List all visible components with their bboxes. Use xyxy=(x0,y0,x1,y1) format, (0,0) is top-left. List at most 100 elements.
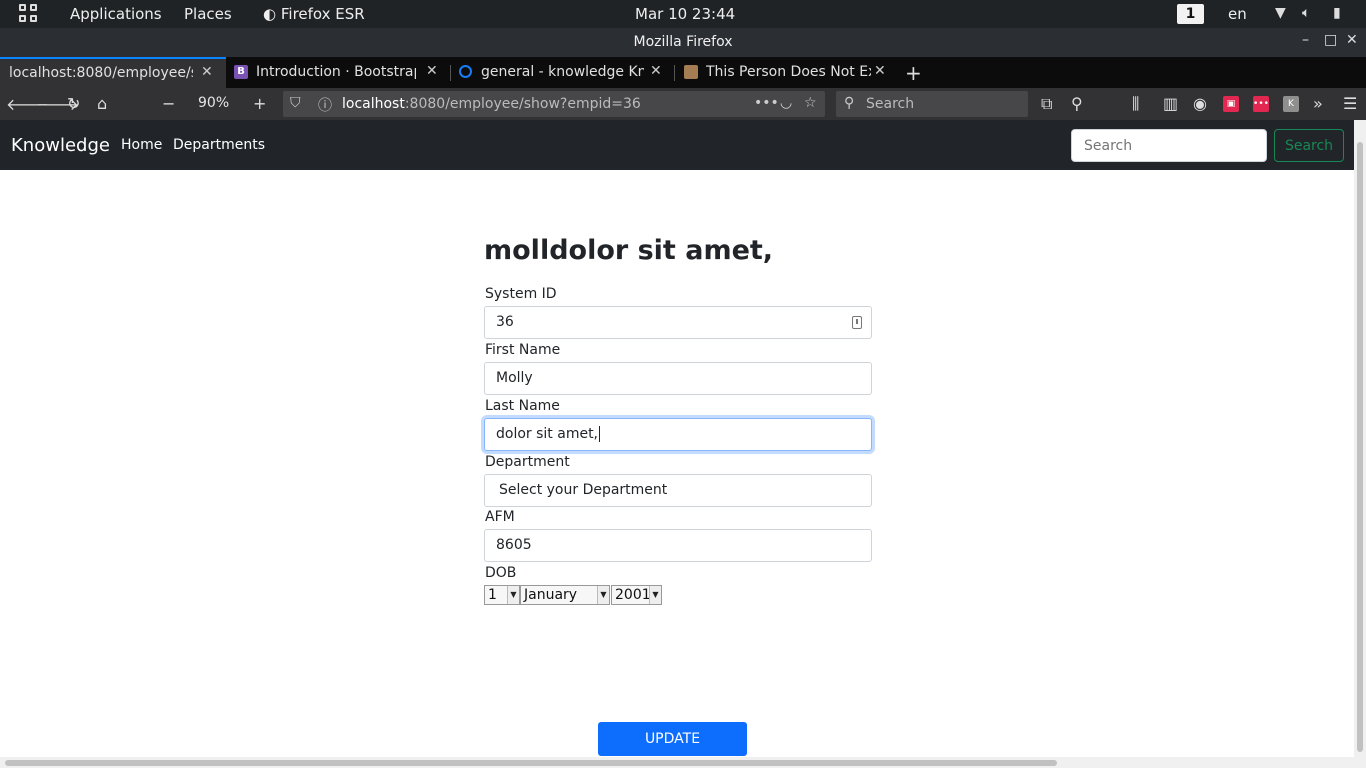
system-id-field[interactable]: 36 xyxy=(484,306,872,339)
vertical-scrollbar[interactable] xyxy=(1354,120,1366,768)
department-selected-value: Select your Department xyxy=(499,482,668,498)
tab-strip: localhost:8080/employee/show?empid=36 ✕ … xyxy=(0,57,1366,88)
department-label: Department xyxy=(485,454,570,470)
first-name-value: Molly xyxy=(496,370,533,386)
system-id-value: 36 xyxy=(496,314,514,330)
tab-bootstrap[interactable]: B Introduction · Bootstrap v5.0 ✕ xyxy=(227,57,447,88)
window-title-bar: Mozilla Firefox – □ ✕ xyxy=(0,28,1366,57)
reload-icon[interactable]: ↻ xyxy=(67,94,80,113)
search-icon: ⚲ xyxy=(844,95,855,111)
tab-label: general - knowledge Knowledge xyxy=(481,64,644,80)
dob-day-select[interactable]: 1 ▼ xyxy=(484,585,520,605)
dropdown-arrow-icon: ▼ xyxy=(649,586,661,604)
battery-icon[interactable]: ▮ xyxy=(1333,5,1341,21)
url-host: localhost xyxy=(342,96,405,112)
first-name-field[interactable]: Molly xyxy=(484,362,872,395)
overflow-chevrons-icon[interactable]: » xyxy=(1313,94,1323,113)
workspace-indicator[interactable]: 1 xyxy=(1177,4,1204,24)
dropdown-arrow-icon: ▼ xyxy=(597,586,609,604)
applications-menu[interactable]: Applications xyxy=(70,5,162,23)
places-menu[interactable]: Places xyxy=(184,5,232,23)
tracking-shield-icon[interactable]: ⛉ xyxy=(290,95,301,111)
zoom-level[interactable]: 90% xyxy=(198,95,229,111)
zoom-in-icon[interactable]: + xyxy=(253,94,266,113)
afm-field[interactable]: 8605 xyxy=(484,529,872,562)
site-search-input[interactable] xyxy=(1071,129,1267,162)
close-tab-icon[interactable]: ✕ xyxy=(426,63,438,79)
close-tab-icon[interactable]: ✕ xyxy=(874,63,886,79)
window-title: Mozilla Firefox xyxy=(633,34,733,50)
site-navbar: Knowledge Home Departments Search xyxy=(0,120,1354,170)
minimize-icon[interactable]: – xyxy=(1302,32,1309,48)
tab-knowledge[interactable]: general - knowledge Knowledge ✕ xyxy=(451,57,673,88)
active-app-menu[interactable]: ◐ Firefox ESR xyxy=(263,5,365,23)
page-actions-icon[interactable]: ••• xyxy=(754,95,779,111)
bootstrap-favicon-icon: B xyxy=(234,65,248,79)
home-icon[interactable]: ⌂ xyxy=(97,94,107,113)
extension-generic-icon[interactable]: K xyxy=(1283,96,1299,112)
active-app-label: Firefox ESR xyxy=(280,5,365,23)
extension-lastpass-icon[interactable]: ••• xyxy=(1253,96,1269,112)
readonly-indicator-icon xyxy=(852,316,862,329)
sidebar-icon[interactable]: ▥ xyxy=(1163,94,1178,113)
brand-link[interactable]: Knowledge xyxy=(11,135,110,156)
web-search-box[interactable]: ⚲ Search xyxy=(836,91,1028,117)
dob-year-select[interactable]: 2001 ▼ xyxy=(611,585,662,605)
system-id-label: System ID xyxy=(485,286,557,302)
close-tab-icon[interactable]: ✕ xyxy=(650,63,662,79)
system-top-bar: Applications Places ◐ Firefox ESR Mar 10… xyxy=(0,0,1366,28)
firefox-icon: ◐ xyxy=(263,5,277,23)
url-path: :8080/employee/show?empid=36 xyxy=(404,96,641,112)
text-caret xyxy=(599,426,601,442)
last-name-value: dolor sit amet, xyxy=(496,426,599,442)
dob-day-value: 1 xyxy=(488,587,497,603)
loading-favicon-icon xyxy=(459,65,472,78)
update-button[interactable]: UPDATE xyxy=(598,722,747,756)
language-indicator[interactable]: en xyxy=(1228,5,1247,23)
horizontal-scrollbar[interactable] xyxy=(0,757,1354,768)
last-name-field[interactable]: dolor sit amet, xyxy=(484,418,872,451)
find-icon[interactable]: ⚲ xyxy=(1071,94,1083,113)
department-select[interactable]: Select your Department xyxy=(484,474,872,507)
navigation-toolbar: 🡐 🡒 ↻ ⌂ − 90% + ⛉ ⓘ localhost:8080/emplo… xyxy=(0,88,1366,120)
nav-link-departments[interactable]: Departments xyxy=(173,137,265,153)
extension-lock-icon[interactable]: ▣ xyxy=(1223,96,1239,112)
tab-employee-show[interactable]: localhost:8080/employee/show?empid=36 ✕ xyxy=(0,57,226,88)
new-tab-plus-icon[interactable]: + xyxy=(905,61,922,85)
zoom-out-icon[interactable]: − xyxy=(162,94,175,113)
screenshot-icon[interactable]: ⧉ xyxy=(1041,94,1052,114)
url-bar[interactable]: ⛉ ⓘ localhost:8080/employee/show?empid=3… xyxy=(283,91,825,117)
site-search-button[interactable]: Search xyxy=(1274,129,1344,162)
close-tab-icon[interactable]: ✕ xyxy=(201,64,213,80)
afm-label: AFM xyxy=(485,509,515,525)
web-search-placeholder: Search xyxy=(866,96,915,112)
clock[interactable]: Mar 10 23:44 xyxy=(635,5,735,23)
pocket-icon[interactable]: ◡ xyxy=(780,95,792,111)
bookmark-star-icon[interactable]: ☆ xyxy=(804,95,817,111)
tab-person-not-exist[interactable]: This Person Does Not Exist ✕ xyxy=(675,57,897,88)
tab-label: Introduction · Bootstrap v5.0 xyxy=(256,64,416,80)
dob-month-value: January xyxy=(524,587,578,603)
dropdown-arrow-icon: ▼ xyxy=(507,586,519,604)
volume-icon[interactable]: 🔈︎ xyxy=(1302,5,1310,21)
dob-year-value: 2001 xyxy=(615,587,651,603)
library-icon[interactable]: ⫼ xyxy=(1132,94,1139,114)
vertical-scroll-thumb[interactable] xyxy=(1357,142,1363,752)
horizontal-scroll-thumb[interactable] xyxy=(5,760,1057,766)
close-window-icon[interactable]: ✕ xyxy=(1346,32,1358,48)
wifi-icon[interactable]: ▼ xyxy=(1275,5,1286,21)
hamburger-menu-icon[interactable]: ☰ xyxy=(1343,94,1357,113)
site-info-icon[interactable]: ⓘ xyxy=(318,95,332,115)
face-favicon-icon xyxy=(684,65,698,79)
first-name-label: First Name xyxy=(485,342,561,358)
dob-label: DOB xyxy=(485,565,517,581)
afm-value: 8605 xyxy=(496,537,532,553)
last-name-label: Last Name xyxy=(485,398,560,414)
maximize-icon[interactable]: □ xyxy=(1324,32,1337,48)
url-text: localhost:8080/employee/show?empid=36 xyxy=(342,96,641,112)
tab-label: This Person Does Not Exist xyxy=(706,64,871,80)
dob-month-select[interactable]: January ▼ xyxy=(520,585,610,605)
account-icon[interactable]: ◉ xyxy=(1193,94,1207,113)
app-grid-icon[interactable] xyxy=(19,4,39,24)
nav-link-home[interactable]: Home xyxy=(121,137,162,153)
